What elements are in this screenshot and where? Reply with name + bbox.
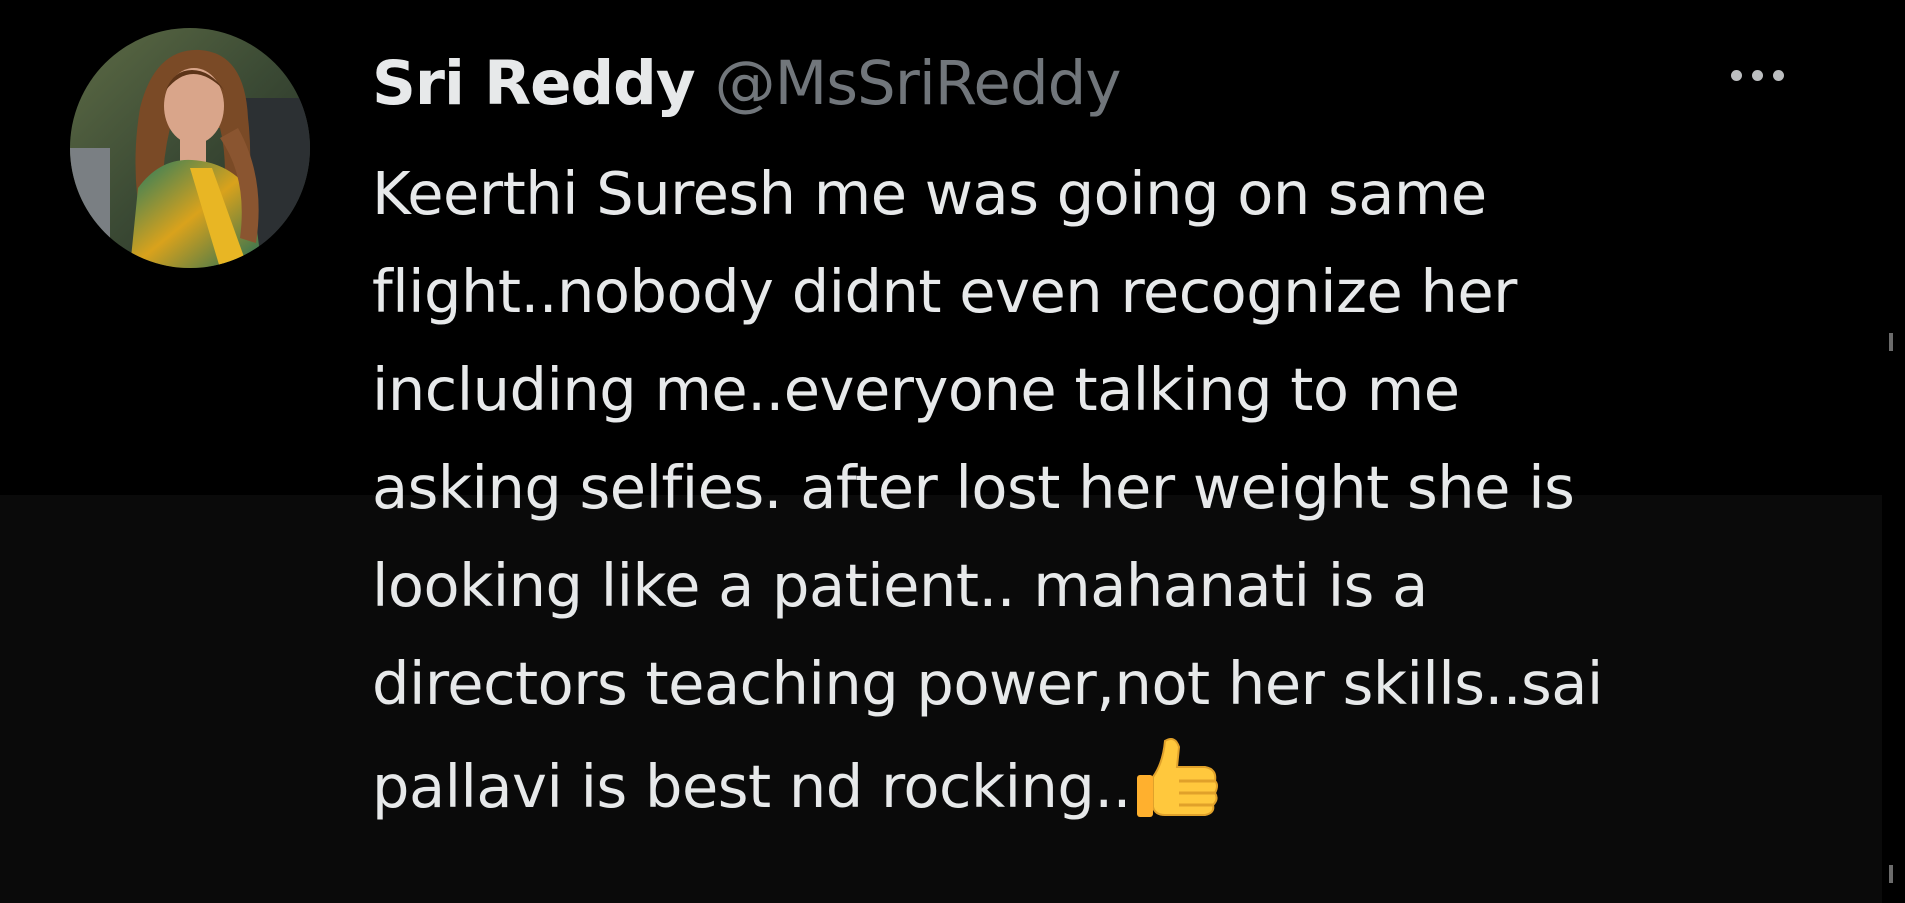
tweet-screenshot: Sri Reddy @MsSriReddy Keerthi Suresh me … [0, 0, 1905, 903]
tweet-header: Sri Reddy @MsSriReddy [372, 44, 1122, 124]
author-display-name[interactable]: Sri Reddy [372, 44, 696, 124]
scrollbar[interactable] [1882, 0, 1905, 903]
scrollbar-marker-bottom [1889, 865, 1893, 883]
profile-photo-icon [70, 28, 310, 268]
more-dot [1751, 69, 1763, 81]
scrollbar-marker-top [1889, 333, 1893, 351]
thumbs-up-icon [1135, 733, 1221, 854]
more-options-button[interactable] [1714, 52, 1800, 98]
author-handle[interactable]: @MsSriReddy [715, 44, 1122, 124]
more-dot [1730, 69, 1742, 81]
tweet-text-line: flight..nobody didnt even recognize her [372, 257, 1517, 326]
tweet-text-line-last: pallavi is best nd rocking.. [372, 733, 1852, 831]
tweet-text: Keerthi Suresh me was going on same flig… [372, 145, 1852, 831]
tweet-text-line: including me..everyone talking to me [372, 355, 1460, 424]
avatar[interactable] [70, 28, 310, 268]
tweet-text-line: asking selfies. after lost her weight sh… [372, 453, 1575, 522]
tweet-text-line: Keerthi Suresh me was going on same [372, 159, 1487, 228]
more-horizontal-icon [1730, 69, 1784, 81]
tweet-text-line: looking like a patient.. mahanati is a [372, 551, 1428, 620]
more-dot [1772, 69, 1784, 81]
tweet-text-line: directors teaching power,not her skills.… [372, 649, 1603, 718]
tweet-text-last-words: pallavi is best nd rocking.. [372, 752, 1131, 821]
